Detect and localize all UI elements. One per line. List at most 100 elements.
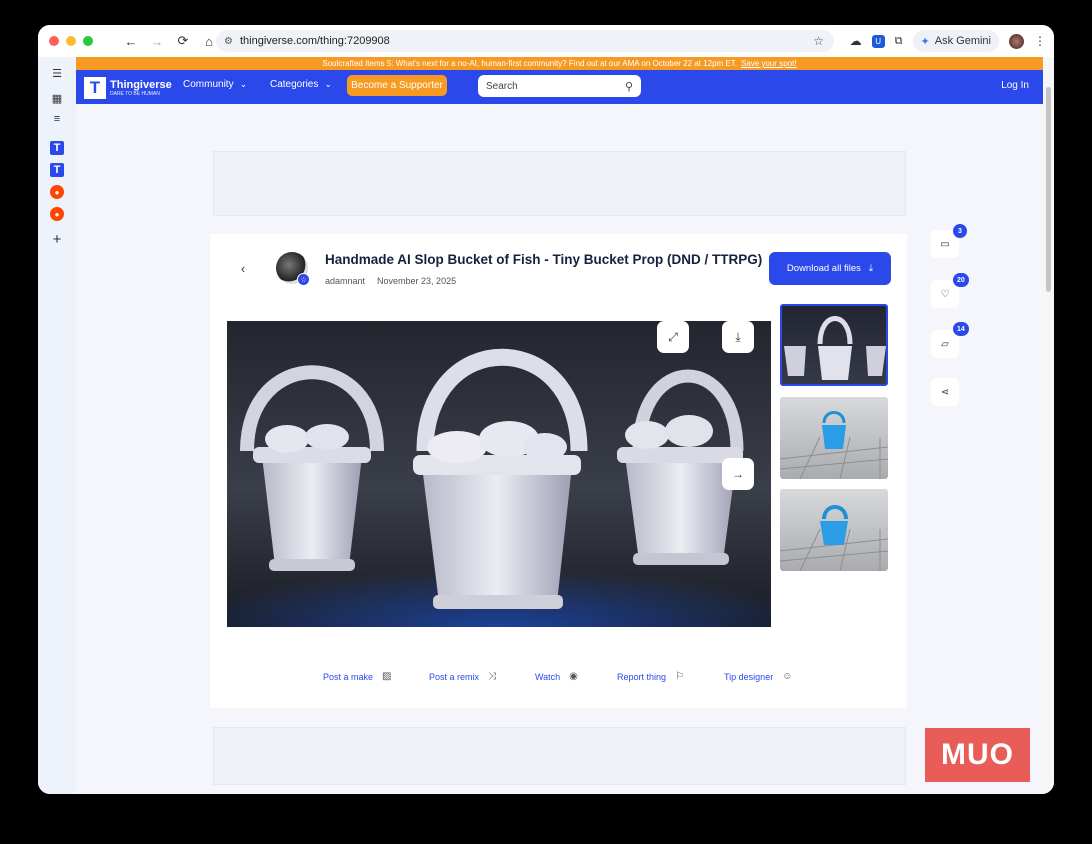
gemini-sparkle-icon: ✦ bbox=[920, 35, 930, 48]
logo-title: Thingiverse bbox=[110, 79, 172, 91]
search-icon[interactable]: ⚲ bbox=[625, 80, 633, 93]
site-navbar: T Thingiverse DARE TO BE HUMAN Community… bbox=[76, 70, 1043, 104]
thumbnail-1[interactable] bbox=[780, 304, 888, 386]
chevron-down-icon: ⌄ bbox=[239, 79, 248, 89]
logo-mark-icon: T bbox=[84, 77, 106, 99]
chevron-down-icon: ⌄ bbox=[324, 79, 332, 89]
collections-count: 14 bbox=[953, 322, 969, 336]
minimize-window-button[interactable] bbox=[66, 36, 76, 46]
muo-watermark: MUO bbox=[925, 728, 1030, 782]
profile-avatar[interactable] bbox=[1009, 33, 1024, 49]
tip-designer-button[interactable]: Tip designer ☺ bbox=[724, 671, 792, 682]
grid-apps-icon[interactable]: ▦ bbox=[50, 91, 64, 105]
reddit-tab-icon[interactable]: ● bbox=[50, 185, 64, 199]
post-make-label: Post a make bbox=[323, 671, 374, 682]
become-supporter-button[interactable]: Become a Supporter bbox=[347, 75, 447, 96]
next-image-arrow-icon[interactable]: → bbox=[722, 458, 754, 490]
download-image-icon[interactable]: ⤓ bbox=[722, 321, 754, 353]
extensions-puzzle-icon[interactable]: ⧉ bbox=[895, 35, 903, 48]
post-remix-button[interactable]: Post a remix ⤨ bbox=[429, 671, 496, 682]
thingiverse-tab-icon-2[interactable]: T bbox=[50, 163, 64, 177]
flag-icon: ⚐ bbox=[675, 671, 684, 682]
post-make-button[interactable]: Post a make ▨ bbox=[323, 671, 391, 682]
login-link[interactable]: Log In bbox=[1001, 80, 1029, 91]
community-menu[interactable]: Community ⌄ bbox=[183, 79, 247, 90]
page-scrollbar[interactable] bbox=[1043, 57, 1054, 794]
browser-window: ← → ⟳ ⌂ ⚙ thingiverse.com/thing:7209908 … bbox=[38, 25, 1054, 794]
bucket-photo bbox=[227, 348, 771, 627]
ad-placeholder-bottom bbox=[213, 727, 906, 785]
window-controls bbox=[49, 36, 93, 46]
report-thing-button[interactable]: Report thing ⚐ bbox=[617, 671, 684, 682]
download-icon: ⤓ bbox=[868, 263, 874, 274]
folder-icon: ▱ bbox=[941, 338, 949, 350]
publish-date: November 23, 2025 bbox=[377, 276, 457, 286]
watch-label: Watch bbox=[535, 671, 561, 682]
categories-label: Categories bbox=[270, 79, 319, 90]
comment-icon: ▭ bbox=[940, 238, 950, 250]
forward-arrow-icon[interactable]: → bbox=[149, 33, 165, 49]
thumbnail-2-image bbox=[780, 411, 888, 479]
watermark-text: MUO bbox=[941, 738, 1014, 771]
logo-tagline: DARE TO BE HUMAN bbox=[110, 91, 160, 97]
thumbnail-3[interactable] bbox=[780, 489, 888, 571]
thing-actions: Post a make ▨ Post a remix ⤨ Watch ◉ Rep… bbox=[210, 671, 907, 691]
likes-count: 20 bbox=[953, 273, 969, 287]
thing-title: Handmade AI Slop Bucket of Fish - Tiny B… bbox=[325, 252, 763, 267]
chevron-left-icon[interactable]: ‹ bbox=[233, 258, 253, 278]
tip-designer-label: Tip designer bbox=[724, 671, 774, 682]
post-remix-label: Post a remix bbox=[429, 671, 480, 682]
author-name[interactable]: adamnant bbox=[325, 276, 365, 286]
expand-icon[interactable]: ⤢ bbox=[657, 321, 689, 353]
close-window-button[interactable] bbox=[49, 36, 59, 46]
main-image-viewer[interactable]: ⤢ ⤓ → bbox=[227, 321, 771, 627]
side-rail: ☰ ▦ ≡ T T ● ● + bbox=[38, 57, 76, 794]
bookmark-star-icon[interactable]: ☆ bbox=[813, 34, 824, 48]
thumbnail-2[interactable] bbox=[780, 397, 888, 479]
heart-icon: ♡ bbox=[940, 288, 950, 300]
image-icon: ▨ bbox=[382, 671, 392, 682]
announcement-banner: Soulcrafted Items 5: What's next for a n… bbox=[76, 57, 1043, 70]
add-tab-icon[interactable]: + bbox=[50, 231, 64, 248]
browser-toolbar: ← → ⟳ ⌂ ⚙ thingiverse.com/thing:7209908 … bbox=[38, 25, 1054, 57]
smile-icon: ☺ bbox=[782, 671, 793, 682]
reading-list-icon[interactable]: ≡ bbox=[50, 112, 64, 126]
search-input[interactable]: Search ⚲ bbox=[478, 75, 641, 97]
share-icon: ⋖ bbox=[940, 386, 950, 398]
eye-icon: ◉ bbox=[569, 671, 578, 682]
cloud-extension-icon[interactable]: ☁ bbox=[850, 34, 862, 48]
maximize-window-button[interactable] bbox=[83, 36, 93, 46]
thingiverse-logo[interactable]: T Thingiverse DARE TO BE HUMAN bbox=[84, 77, 172, 99]
browser-extensions: ☁ U ⧉ ✦ Ask Gemini ⋮ bbox=[850, 30, 1046, 52]
verified-star-icon: ☆ bbox=[297, 273, 310, 286]
thingiverse-tab-icon[interactable]: T bbox=[50, 141, 64, 155]
report-thing-label: Report thing bbox=[617, 671, 667, 682]
watch-button[interactable]: Watch ◉ bbox=[535, 671, 578, 682]
site-settings-icon[interactable]: ⚙ bbox=[224, 36, 233, 47]
sidebar-toggle-icon[interactable]: ☰ bbox=[50, 66, 64, 80]
address-bar[interactable]: ⚙ thingiverse.com/thing:7209908 ☆ bbox=[216, 30, 834, 52]
search-placeholder: Search bbox=[486, 80, 518, 92]
banner-link[interactable]: Save your spot! bbox=[741, 59, 797, 68]
back-arrow-icon[interactable]: ← bbox=[123, 33, 139, 49]
thumbnail-1-image bbox=[784, 316, 886, 380]
thing-card: ‹ ☆ Handmade AI Slop Bucket of Fish - Ti… bbox=[210, 234, 907, 708]
banner-text: Soulcrafted Items 5: What's next for a n… bbox=[322, 59, 737, 68]
categories-menu[interactable]: Categories ⌄ bbox=[270, 79, 332, 90]
community-label: Community bbox=[183, 79, 234, 90]
share-stat-button[interactable]: ⋖ bbox=[931, 378, 959, 406]
bitwarden-extension-icon[interactable]: U bbox=[871, 34, 885, 48]
ad-placeholder-top bbox=[213, 151, 906, 216]
reload-icon[interactable]: ⟳ bbox=[175, 33, 191, 49]
download-all-button[interactable]: Download all files ⤓ bbox=[769, 252, 891, 285]
home-icon[interactable]: ⌂ bbox=[201, 33, 217, 49]
ask-gemini-label: Ask Gemini bbox=[934, 35, 991, 47]
download-all-label: Download all files bbox=[786, 263, 861, 274]
thumbnail-3-image bbox=[780, 505, 888, 571]
comments-count: 3 bbox=[953, 224, 967, 238]
browser-menu-icon[interactable]: ⋮ bbox=[1034, 34, 1046, 48]
reddit-tab-icon-2[interactable]: ● bbox=[50, 207, 64, 221]
ask-gemini-button[interactable]: ✦ Ask Gemini bbox=[912, 30, 999, 52]
shuffle-icon: ⤨ bbox=[488, 671, 497, 682]
scrollbar-thumb[interactable] bbox=[1046, 87, 1051, 292]
